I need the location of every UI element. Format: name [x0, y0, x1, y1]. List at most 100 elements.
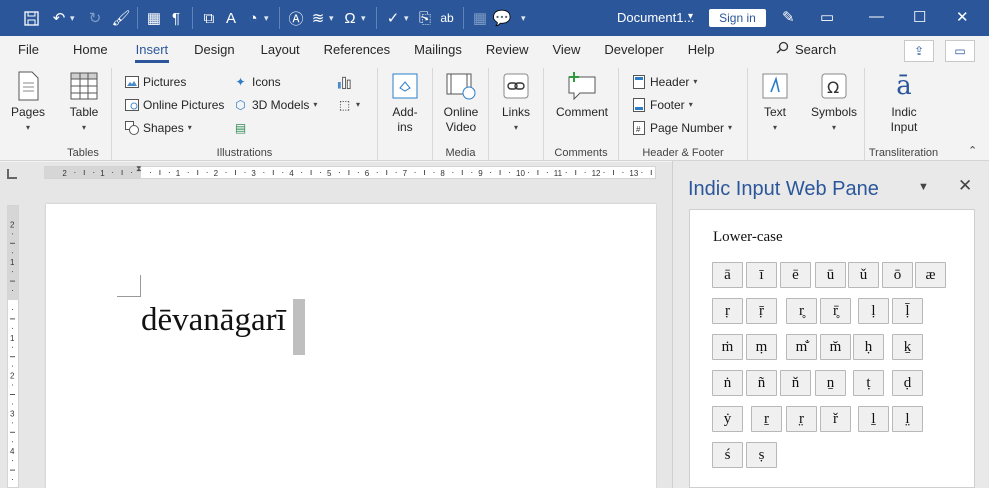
char-button[interactable]: ū: [815, 262, 846, 288]
equation-icon[interactable]: ≋: [307, 6, 329, 30]
horizontal-ruler[interactable]: 2 1 1 2 3 4 5 6 7 8 9 10 11 12 13 ⧗: [44, 164, 656, 179]
char-button[interactable]: ǔ: [848, 262, 879, 288]
comments-button[interactable]: ▭: [945, 40, 975, 62]
char-button[interactable]: ō: [882, 262, 913, 288]
char-button[interactable]: ṭ: [853, 370, 884, 396]
char-button[interactable]: m̆: [820, 334, 851, 360]
close-icon[interactable]: ✕: [956, 8, 969, 26]
text-button[interactable]: Text ▾: [756, 70, 794, 135]
check-dropdown-icon[interactable]: ▾: [404, 13, 414, 24]
links-button[interactable]: Links ▾: [497, 70, 535, 135]
pictures-button[interactable]: Pictures: [124, 74, 186, 89]
3d-models-button[interactable]: ⬡ 3D Models ▾: [233, 97, 317, 112]
char-button[interactable]: ṝ: [746, 298, 777, 324]
restore-icon[interactable]: ☐: [913, 8, 926, 26]
tab-developer[interactable]: Developer: [595, 36, 672, 64]
online-video-button[interactable]: Online Video: [440, 70, 482, 135]
char-button[interactable]: l̤: [892, 406, 923, 432]
char-button[interactable]: ḥ: [853, 334, 884, 360]
icons-button[interactable]: ✦ Icons: [233, 74, 280, 89]
char-button[interactable]: ṃ: [746, 334, 777, 360]
vertical-scrollbar[interactable]: [657, 182, 672, 488]
shapes-button[interactable]: Shapes ▾: [124, 120, 192, 135]
ab-icon[interactable]: ab: [436, 6, 458, 30]
table2-icon[interactable]: ▦: [469, 6, 491, 30]
char-button[interactable]: ḻ: [858, 406, 889, 432]
char-button[interactable]: ṅ: [712, 370, 743, 396]
char-button[interactable]: r̥: [786, 298, 817, 324]
tab-file[interactable]: File: [9, 36, 48, 64]
tab-view[interactable]: View: [543, 36, 589, 64]
tab-references[interactable]: References: [315, 36, 399, 64]
char-button[interactable]: ḍ: [892, 370, 923, 396]
tab-selector[interactable]: [7, 169, 17, 179]
online-pictures-button[interactable]: Online Pictures: [124, 97, 224, 112]
comment-icon[interactable]: 💬: [491, 6, 513, 30]
textbox-icon[interactable]: Ⓐ: [285, 6, 307, 30]
tab-layout[interactable]: Layout: [252, 36, 309, 64]
table-button[interactable]: Table ▾: [65, 70, 103, 135]
check-icon[interactable]: ✓: [382, 6, 404, 30]
document-text[interactable]: dēvanāgarī: [141, 302, 286, 339]
pane-options-icon[interactable]: ▼: [918, 181, 929, 193]
char-button[interactable]: ā: [712, 262, 743, 288]
tab-mailings[interactable]: Mailings: [405, 36, 471, 64]
pages-button[interactable]: Pages ▾: [9, 70, 47, 135]
char-button[interactable]: ṟ: [751, 406, 782, 432]
char-button[interactable]: r̤: [786, 406, 817, 432]
chart-button[interactable]: [337, 74, 352, 89]
tab-review[interactable]: Review: [477, 36, 538, 64]
indic-input-button[interactable]: ā Indic Input: [879, 70, 929, 135]
char-button[interactable]: ī: [746, 262, 777, 288]
collapse-ribbon-icon[interactable]: ⌃: [968, 144, 977, 157]
shapes-dropdown-icon[interactable]: ▾: [264, 13, 274, 24]
pen-icon[interactable]: ✎: [782, 8, 795, 26]
pilcrow-icon[interactable]: ¶: [165, 6, 187, 30]
redo-icon[interactable]: ↻: [84, 6, 106, 30]
shapes-icon[interactable]: ◔: [242, 6, 264, 30]
symbols-button[interactable]: Ω Symbols ▾: [809, 70, 859, 135]
ribbon-display-icon[interactable]: ▭: [820, 8, 834, 26]
search-box[interactable]: Search: [776, 41, 836, 57]
screenshot-icon[interactable]: ⧉: [198, 6, 220, 30]
page-number-button[interactable]: # Page Number ▾: [631, 120, 732, 135]
char-button[interactable]: ṣ: [746, 442, 777, 468]
title-dropdown-icon[interactable]: ▾: [688, 11, 693, 22]
char-button[interactable]: ś: [712, 442, 743, 468]
tab-help[interactable]: Help: [679, 36, 724, 64]
char-button[interactable]: ṛ: [712, 298, 743, 324]
char-button[interactable]: m̐: [786, 334, 817, 360]
char-button[interactable]: æ: [915, 262, 946, 288]
tab-design[interactable]: Design: [185, 36, 243, 64]
footer-button[interactable]: Footer ▾: [631, 97, 693, 112]
customize-qat-icon[interactable]: ▾: [521, 13, 531, 24]
minimize-icon[interactable]: —: [869, 8, 884, 25]
document-page[interactable]: [46, 204, 656, 488]
vertical-ruler[interactable]: 2 1 1 2 3 4: [7, 205, 19, 488]
addins-button[interactable]: Add- ins: [386, 70, 424, 135]
undo-dropdown-icon[interactable]: ▾: [70, 13, 80, 24]
text-effects-icon[interactable]: A: [220, 6, 242, 30]
tab-insert[interactable]: Insert: [127, 36, 178, 64]
equation-dropdown-icon[interactable]: ▾: [329, 13, 339, 24]
char-button[interactable]: ṁ: [712, 334, 743, 360]
comment-button[interactable]: Comment: [552, 70, 612, 120]
char-button[interactable]: ẏ: [712, 406, 743, 432]
copy-icon[interactable]: ⎘: [414, 6, 436, 30]
sign-in-button[interactable]: Sign in: [709, 9, 766, 27]
tab-home[interactable]: Home: [64, 36, 117, 64]
indent-marker[interactable]: ⧗: [136, 164, 142, 174]
char-button[interactable]: ḵ: [892, 334, 923, 360]
char-button[interactable]: ḷ: [858, 298, 889, 324]
char-button[interactable]: ň: [780, 370, 811, 396]
char-button[interactable]: ē: [780, 262, 811, 288]
symbol-icon[interactable]: Ω: [339, 6, 361, 30]
screenshot-button[interactable]: ⬚ ▾: [337, 97, 360, 112]
smartart-button[interactable]: ▤: [233, 120, 248, 135]
save-icon[interactable]: [20, 6, 42, 30]
symbol-dropdown-icon[interactable]: ▾: [361, 13, 371, 24]
char-button[interactable]: ṉ: [815, 370, 846, 396]
undo-icon[interactable]: ↶: [48, 6, 70, 30]
share-button[interactable]: ⇪: [904, 40, 934, 62]
char-button[interactable]: r̥̄: [820, 298, 851, 324]
